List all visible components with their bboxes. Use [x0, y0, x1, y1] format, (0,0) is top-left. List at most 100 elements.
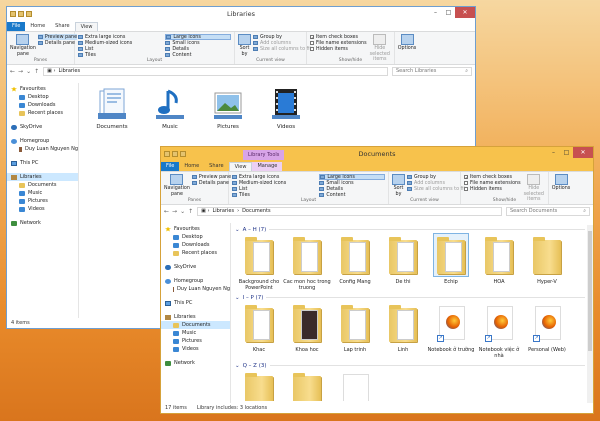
- up-icon[interactable]: ↑: [34, 68, 39, 75]
- nav-videos[interactable]: Videos: [7, 205, 78, 213]
- hidden-items-toggle[interactable]: Hidden items: [310, 46, 367, 52]
- size-columns-button[interactable]: Size all columns to fit: [253, 46, 311, 52]
- nav-skydrive[interactable]: SkyDrive: [161, 263, 230, 271]
- nav-downloads[interactable]: Downloads: [161, 241, 230, 249]
- search-input[interactable]: Search Libraries ⌕: [392, 66, 472, 76]
- nav-documents[interactable]: Documents: [161, 321, 230, 329]
- vertical-scrollbar[interactable]: [587, 225, 593, 403]
- nav-music[interactable]: Music: [7, 189, 78, 197]
- nav-desktop[interactable]: Desktop: [7, 93, 78, 101]
- folder-item[interactable]: Khac: [235, 302, 283, 359]
- group-icon: [253, 35, 258, 39]
- nav-user[interactable]: Duy Luan Nguyen Ng: [161, 285, 230, 293]
- tab-share[interactable]: Share: [50, 22, 74, 31]
- options-button[interactable]: Options: [398, 34, 416, 52]
- size-columns-button[interactable]: Size all columns to fit: [407, 186, 465, 192]
- forward-icon[interactable]: →: [172, 208, 177, 215]
- tab-view[interactable]: View: [74, 22, 99, 31]
- tab-file[interactable]: File: [161, 162, 180, 171]
- chevron-down-icon[interactable]: ⌄: [26, 68, 31, 75]
- folder-item[interactable]: Background cho PowerPoint: [235, 234, 283, 291]
- file-extensions-toggle[interactable]: File name extensions: [310, 40, 367, 46]
- options-button[interactable]: Options: [552, 174, 570, 192]
- group-header-a-h[interactable]: ⌄ A – H (7): [235, 225, 585, 234]
- details-pane-button[interactable]: Details pane: [37, 40, 77, 46]
- nav-pictures[interactable]: Pictures: [7, 197, 78, 205]
- tab-manage[interactable]: Manage: [252, 162, 283, 171]
- nav-network[interactable]: Network: [161, 359, 230, 367]
- title-bar[interactable]: Library Tools Documents – □ ✕: [161, 147, 593, 161]
- shortcut-item[interactable]: ↗ Notebook việc ở nhà: [475, 302, 523, 359]
- group-header-q-z[interactable]: ⌄ Q – Z (3): [235, 361, 585, 370]
- folder-item[interactable]: Cac mon hoc trong truong: [283, 234, 331, 291]
- folder-item[interactable]: Lap trinh: [331, 302, 379, 359]
- nav-recent[interactable]: Recent places: [7, 109, 78, 117]
- nav-libraries[interactable]: Libraries: [7, 173, 78, 181]
- title-bar[interactable]: Libraries – □ ✕: [7, 7, 475, 21]
- tab-home[interactable]: Home: [179, 162, 204, 171]
- shortcut-item[interactable]: ↗ Notebook ở trường: [427, 302, 475, 359]
- forward-icon[interactable]: →: [18, 68, 23, 75]
- minimize-button[interactable]: –: [547, 147, 560, 158]
- nav-libraries[interactable]: Libraries: [161, 313, 230, 321]
- details-pane-button[interactable]: Details pane: [191, 180, 231, 186]
- file-extensions-toggle[interactable]: File name extensions: [464, 180, 521, 186]
- address-bar[interactable]: ▣ › Libraries › Documents: [197, 206, 502, 216]
- back-icon[interactable]: ←: [10, 68, 15, 75]
- nav-favourites[interactable]: Favourites: [161, 225, 230, 233]
- nav-pictures[interactable]: Pictures: [161, 337, 230, 345]
- nav-music[interactable]: Music: [161, 329, 230, 337]
- layout-icon: [232, 193, 237, 197]
- folder-item[interactable]: De thi: [379, 234, 427, 291]
- nav-downloads[interactable]: Downloads: [7, 101, 78, 109]
- tab-home[interactable]: Home: [25, 22, 50, 31]
- folder-item[interactable]: Khoa hoc: [283, 302, 331, 359]
- chevron-down-icon[interactable]: ⌄: [180, 208, 185, 215]
- back-icon[interactable]: ←: [164, 208, 169, 215]
- search-input[interactable]: Search Documents ⌕: [506, 206, 590, 216]
- maximize-button[interactable]: □: [442, 7, 455, 18]
- nav-network[interactable]: Network: [7, 219, 78, 227]
- videos-icon: [19, 206, 25, 212]
- close-button[interactable]: ✕: [455, 7, 475, 18]
- nav-favourites[interactable]: Favourites: [7, 85, 78, 93]
- folder-item[interactable]: [331, 370, 379, 401]
- close-button[interactable]: ✕: [573, 147, 593, 158]
- library-items: Documents Music Pictures Videos: [83, 87, 315, 130]
- folder-item[interactable]: [235, 370, 283, 401]
- nav-recent[interactable]: Recent places: [161, 249, 230, 257]
- maximize-button[interactable]: □: [560, 147, 573, 158]
- folder-icon: [245, 237, 273, 274]
- up-icon[interactable]: ↑: [188, 208, 193, 215]
- folder-item[interactable]: Linh: [379, 302, 427, 359]
- folder-item[interactable]: Config Mang: [331, 234, 379, 291]
- nav-thispc[interactable]: This PC: [7, 159, 78, 167]
- tab-share[interactable]: Share: [204, 162, 228, 171]
- library-documents[interactable]: Documents: [83, 87, 141, 130]
- shortcut-item[interactable]: ↗ Personal (Web): [523, 302, 571, 359]
- tab-view[interactable]: View: [228, 162, 253, 171]
- nav-homegroup[interactable]: Homegroup: [7, 137, 78, 145]
- nav-user[interactable]: Duy Luan Nguyen Ng: [7, 145, 78, 153]
- folder-item[interactable]: Hyper-V: [523, 234, 571, 291]
- nav-skydrive[interactable]: SkyDrive: [7, 123, 78, 131]
- library-music[interactable]: Music: [141, 87, 199, 130]
- nav-homegroup[interactable]: Homegroup: [161, 277, 230, 285]
- folder-item-selected[interactable]: Echip: [427, 233, 475, 291]
- folder-item[interactable]: [283, 370, 331, 401]
- library-pictures[interactable]: Pictures: [199, 87, 257, 130]
- tab-file[interactable]: File: [7, 22, 26, 31]
- nav-videos[interactable]: Videos: [161, 345, 230, 353]
- folder-item[interactable]: HOA: [475, 234, 523, 291]
- minimize-button[interactable]: –: [429, 7, 442, 18]
- nav-desktop[interactable]: Desktop: [161, 233, 230, 241]
- hidden-items-toggle[interactable]: Hidden items: [464, 186, 521, 192]
- nav-documents[interactable]: Documents: [7, 181, 78, 189]
- checkbox-icon: [464, 187, 468, 191]
- group-header-i-p[interactable]: ⌄ I – P (7): [235, 293, 585, 302]
- layout-icon: [320, 175, 326, 179]
- address-bar[interactable]: ▣ › Libraries: [43, 66, 388, 76]
- scrollbar-thumb[interactable]: [588, 231, 592, 351]
- nav-thispc[interactable]: This PC: [161, 299, 230, 307]
- library-videos[interactable]: Videos: [257, 87, 315, 130]
